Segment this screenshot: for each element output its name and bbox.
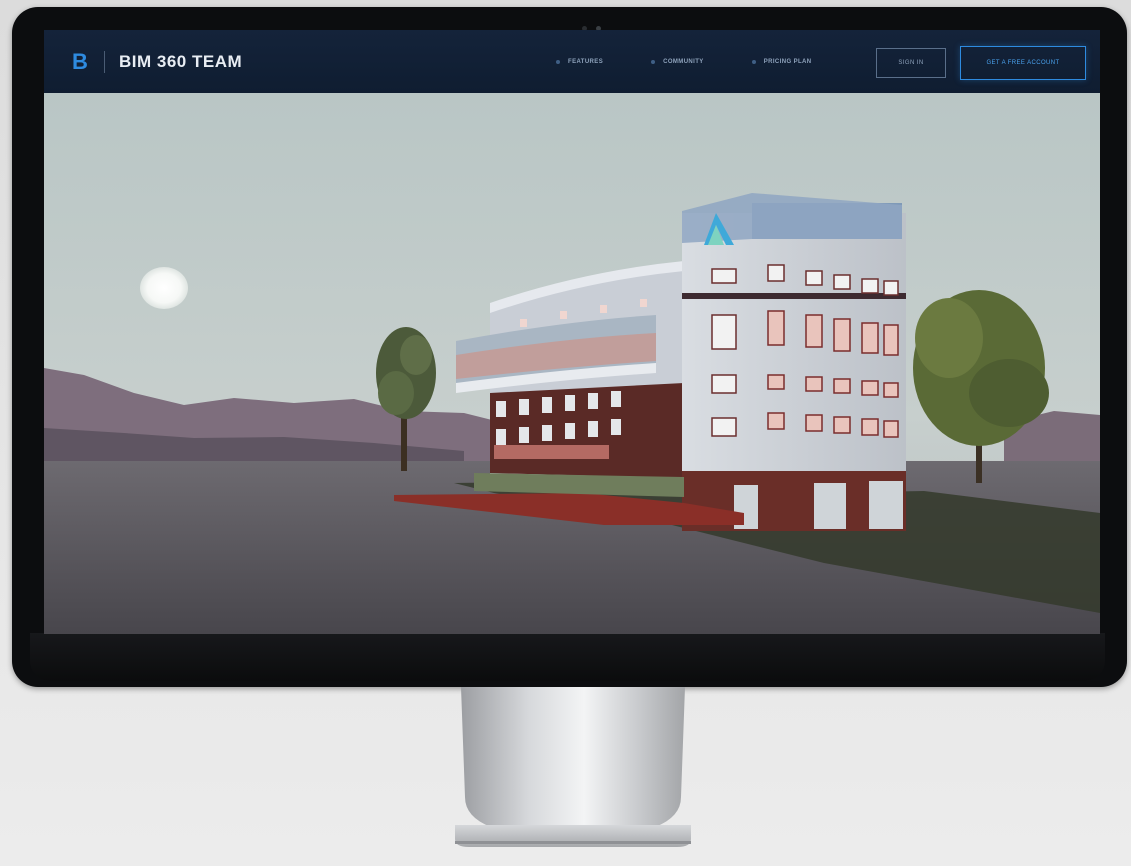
nav-link-label: COMMUNITY — [663, 58, 704, 65]
moon-icon — [140, 267, 188, 309]
nav-links: FEATURES COMMUNITY PRICING PLAN — [556, 30, 860, 93]
tree-trunk — [401, 413, 407, 471]
monitor-chin — [30, 633, 1105, 681]
features-dot-icon — [556, 59, 560, 64]
top-navbar: B BIM 360 TEAM FEATURES COMMUNITY PRICIN… — [44, 30, 1100, 93]
nav-link-label: FEATURES — [568, 58, 604, 65]
nav-link-features[interactable]: FEATURES — [556, 59, 603, 65]
get-free-account-button[interactable]: GET A FREE ACCOUNT — [960, 46, 1086, 80]
brand-name[interactable]: BIM 360 TEAM — [119, 52, 242, 72]
monitor-stand — [455, 687, 691, 847]
nav-link-pricing-plan[interactable]: PRICING PLAN — [751, 58, 812, 65]
logo-divider — [104, 50, 105, 73]
hero-scene — [44, 93, 1100, 634]
sign-in-button[interactable]: SIGN IN — [876, 48, 946, 78]
monitor-screen: B BIM 360 TEAM FEATURES COMMUNITY PRICIN… — [44, 30, 1100, 634]
building-tower — [682, 213, 906, 505]
bim360-logo-icon[interactable]: B — [72, 49, 92, 75]
nav-link-community[interactable]: COMMUNITY — [651, 59, 704, 65]
nav-link-label: PRICING PLAN — [763, 58, 812, 65]
community-dot-icon — [651, 59, 656, 64]
pricing-dot-icon — [751, 59, 756, 64]
